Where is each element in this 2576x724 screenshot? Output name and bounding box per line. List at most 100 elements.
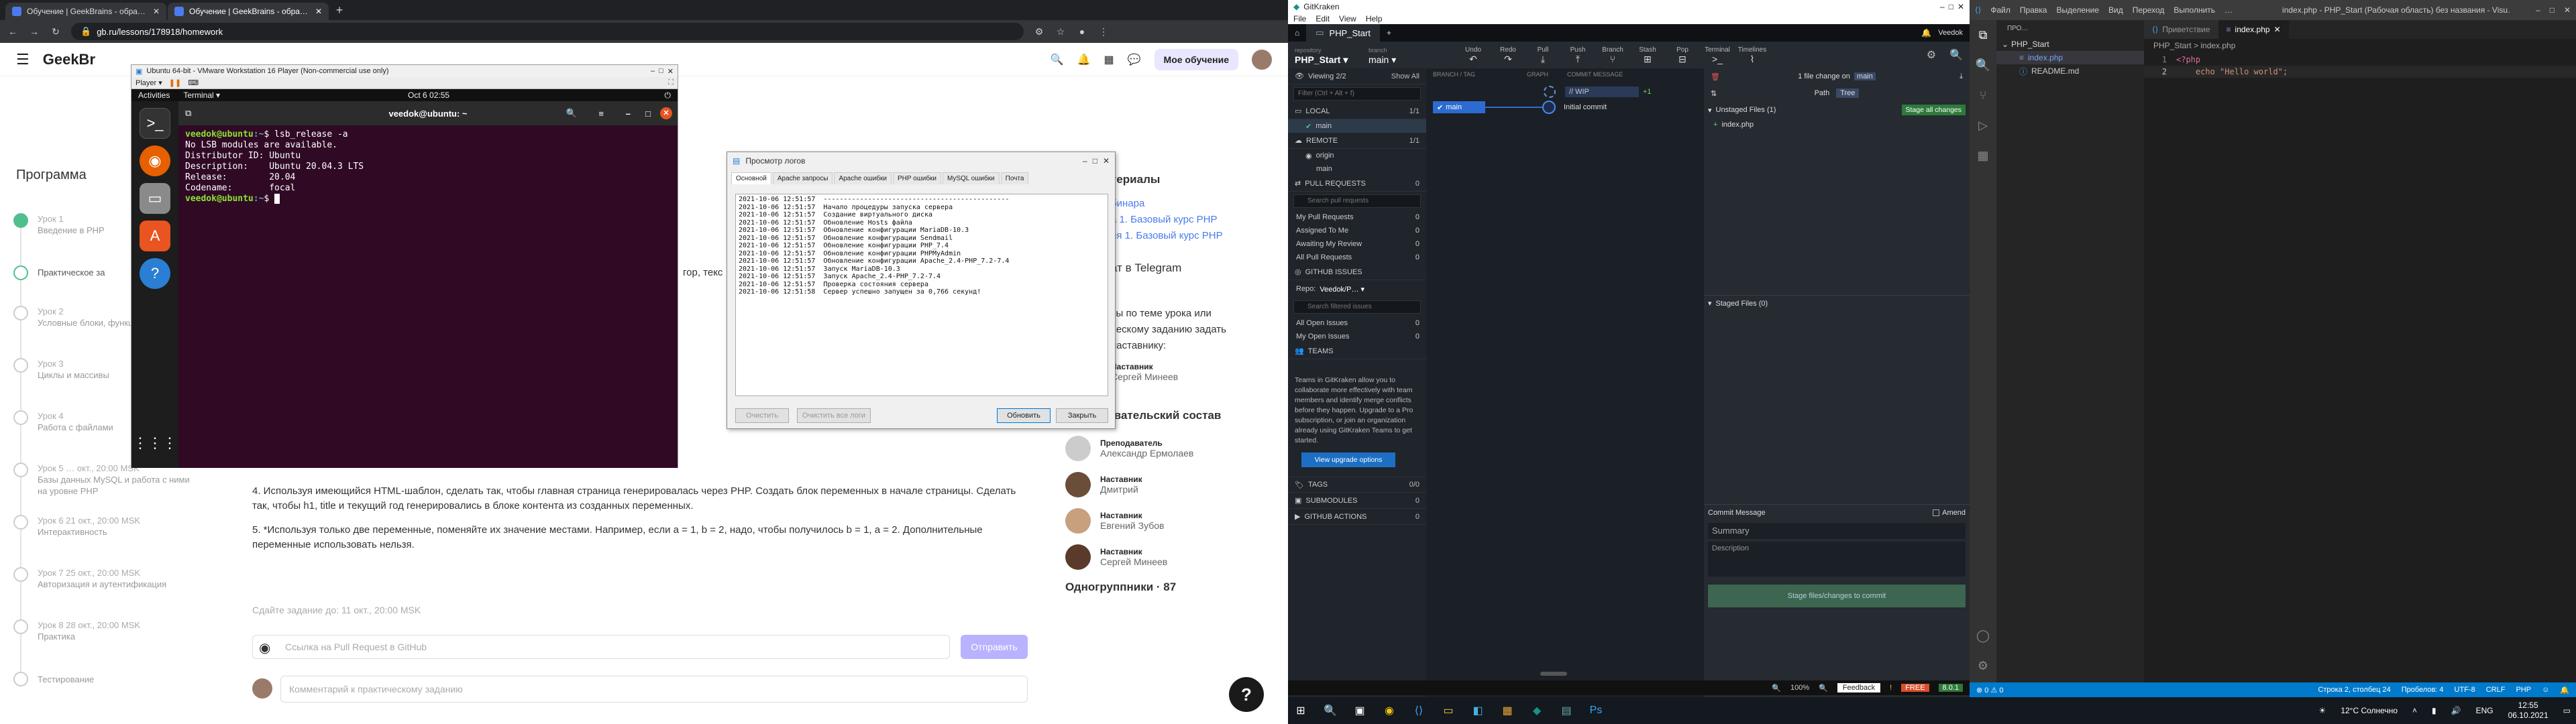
source-control-icon[interactable]: ⑂ [1980,88,1987,103]
clear-button[interactable]: Очистить [735,408,789,423]
gitkraken-icon[interactable]: ◆ [1529,703,1544,718]
encoding[interactable]: UTF-8 [2455,686,2475,694]
system-tray-icon[interactable]: ⏻ [665,90,672,101]
code-editor[interactable]: 1 <?php 2 echo "Hello world"; [2144,52,2576,78]
my-learning-button[interactable]: Мое обучение [1154,48,1238,70]
pr-item[interactable]: Assigned To Me 0 [1288,224,1426,237]
pull-requests-section[interactable]: ⇄ PULL REQUESTS 0 [1288,176,1426,192]
app-icon[interactable]: ◧ [1470,703,1485,718]
account-icon[interactable]: ◯ [1976,629,1990,643]
refresh-button[interactable]: Обновить [997,408,1051,423]
lesson-item[interactable]: Урок 5 … окт., 20:00 MSK Базы данных MySQ… [13,463,228,515]
comment-input[interactable]: Комментарий к практическому заданию [280,676,1028,703]
menu-go[interactable]: Переход [2133,5,2165,15]
amend-checkbox[interactable] [1933,509,1940,516]
line-ending[interactable]: CRLF [2486,686,2506,694]
pause-icon[interactable]: ❚❚ [169,78,181,87]
stash-button[interactable]: Stash ⊞ [1630,46,1665,64]
close-icon[interactable]: ✕ [153,7,160,16]
menu-run[interactable]: Выполнить [2174,5,2215,15]
send-ctrl-alt-del-icon[interactable]: ⌨ [188,78,199,87]
tab-index-php[interactable]: ≡ index.php ✕ [2218,20,2289,39]
repo-filter[interactable]: Repo: Veedok/P… ▾ [1288,280,1426,298]
submit-button[interactable]: Отправить [961,635,1028,659]
site-logo[interactable]: GeekBr [43,51,95,68]
home-icon[interactable]: ⌂ [1295,28,1299,38]
profile-icon[interactable]: ● [1076,25,1088,38]
maximize-icon[interactable]: □ [2550,5,2555,15]
branch-selector[interactable]: main ▾ [1368,55,1429,64]
photoshop-icon[interactable]: Ps [1589,703,1603,718]
weather-icon[interactable]: ☀ [2319,706,2326,715]
search-icon[interactable]: 🔍 [1323,703,1338,718]
tree-toggle[interactable]: Tree [1836,88,1860,98]
user-avatar[interactable] [1252,49,1272,70]
maximize-icon[interactable]: □ [1949,2,1953,11]
close-icon[interactable]: ✕ [667,67,674,76]
menu-file[interactable]: Файл [1990,5,2010,15]
timelines-button[interactable]: Timelines ⌇ [1735,46,1770,64]
indentation[interactable]: Пробелов: 4 [2402,686,2444,694]
download-icon[interactable]: ⤓ [1960,72,1963,81]
folder-php-start[interactable]: ⌄ PHP_Start [1996,38,2144,51]
software-center-icon[interactable]: A [140,221,170,251]
lesson-item[interactable]: Урок 8 28 окт., 20:00 MSK Практика [13,619,228,672]
feedback-icon[interactable]: ☺ [2542,686,2549,694]
version-label[interactable]: 8.0.1 [1938,684,1963,692]
explorer-icon[interactable]: ⧉ [1979,28,1988,42]
app-icon[interactable]: ▦ [1500,703,1515,718]
close-icon[interactable]: ✕ [1103,156,1110,166]
menu-icon[interactable]: ⋮ [1097,25,1110,38]
trash-icon[interactable]: 🗑 [1711,72,1720,81]
firefox-icon[interactable]: ◉ [140,145,170,176]
lesson-item[interactable]: Урок 6 21 окт., 20:00 MSK Интерактивность [13,515,228,567]
task-view-icon[interactable]: ▣ [1352,703,1367,718]
telegram-link[interactable]: ат в Telegram [1111,261,1260,275]
extensions-icon[interactable]: ▦ [1977,149,1988,163]
menu-more[interactable]: … [2224,5,2233,15]
remote-origin[interactable]: ◉ origin [1288,149,1426,162]
tab-mysql-errors[interactable]: MySQL ошибки [943,172,1000,184]
commit-row[interactable]: ✔ main Initial commit [1426,99,1708,115]
repository-selector[interactable]: PHP_Start ▾ [1295,55,1368,64]
menu-edit[interactable]: Правка [2020,5,2047,15]
maximize-icon[interactable]: □ [1093,156,1097,166]
tab-php-errors[interactable]: PHP ошибки [893,172,942,184]
browser-tab-2[interactable]: Обучение | GeekBrains - образ… ✕ [168,3,329,20]
repo-selector[interactable]: Veedok/P… ▾ [1320,285,1364,294]
pr-item[interactable]: All Pull Requests 0 [1288,251,1426,264]
github-issues-section[interactable]: ◎ GITHUB ISSUES [1288,264,1426,280]
minimize-icon[interactable]: – [651,67,655,75]
remote-branch-main[interactable]: main [1288,162,1426,176]
unstaged-header[interactable]: ▾ Unstaged Files (1) Stage all changes [1704,102,1970,118]
local-branch-main[interactable]: ✔ main [1288,119,1426,133]
close-icon[interactable]: ✕ [1957,2,1964,11]
lesson-item[interactable]: Тестирование [13,672,228,699]
close-button[interactable]: Закрыть [1056,408,1108,423]
menu-selection[interactable]: Выделение [2056,5,2099,15]
sort-icon[interactable]: ⇅ [1711,89,1717,98]
tags-section[interactable]: 🏷 TAGS 0/0 [1288,477,1426,493]
minimize-icon[interactable]: – [626,109,631,119]
summary-input[interactable]: Summary [1708,523,1966,539]
url-bar[interactable]: 🔒 gb.ru/lessons/178918/homework [71,23,1024,40]
feedback-button[interactable]: Feedback [1837,683,1881,692]
calendar-icon[interactable]: ▦ [1104,53,1114,66]
pr-item[interactable]: My Pull Requests 0 [1288,210,1426,224]
search-issues-input[interactable]: Search filtered issues [1293,300,1421,314]
profile-name[interactable]: Veedok [1938,29,1963,37]
material-link[interactable]: бинара [1111,196,1260,212]
tab-main[interactable]: Основной [731,172,771,184]
repo-tab[interactable]: ▭ PHP_Start [1306,24,1380,42]
remote-section[interactable]: ☁ REMOTE 1/1 [1288,133,1426,149]
problems-indicator[interactable]: ⊗ 0 ⚠ 0 [1976,686,2003,695]
tab-welcome[interactable]: ⟨⟩ Приветствие [2144,20,2218,39]
material-link[interactable]: а 1. Базовый курс PHP [1111,212,1260,228]
zoom-in-icon[interactable]: 🔍 [1819,684,1828,692]
teams-section[interactable]: 👥 TEAMS [1288,343,1426,359]
new-tab-button[interactable]: + [330,3,349,17]
terminal-app-icon[interactable]: >_ [140,108,170,139]
staff-card[interactable]: Преподаватель Александр Ермолаев [1065,436,1260,461]
stage-all-button[interactable]: Stage all changes [1901,105,1966,115]
hamburger-icon[interactable]: ☰ [16,51,30,68]
